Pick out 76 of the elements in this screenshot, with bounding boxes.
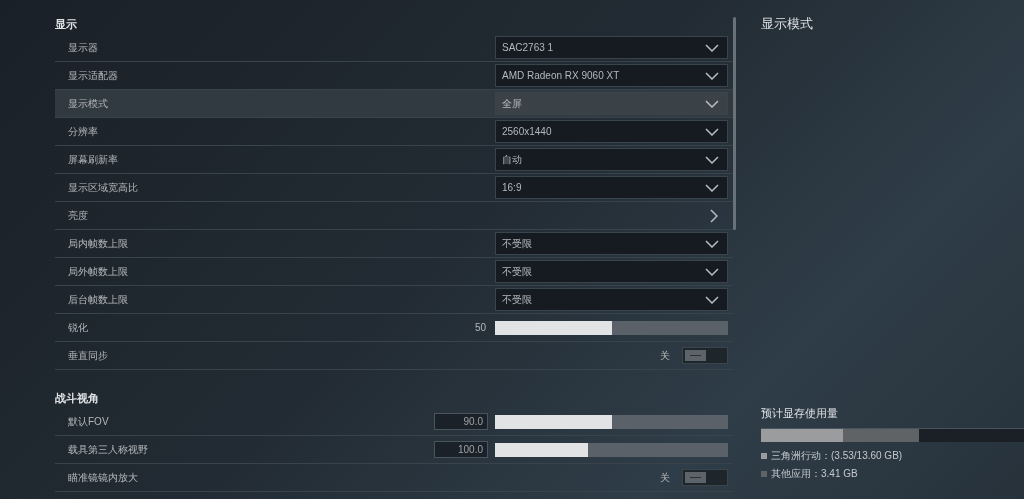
memory-title: 预计显存使用量 — [761, 405, 839, 421]
dropdown-value: 不受限 — [502, 293, 532, 307]
settings-row[interactable]: 锐化 50 — [55, 314, 733, 342]
chevron-down-icon — [705, 127, 719, 136]
setting-label: 锐化 — [68, 321, 88, 335]
setting-label: 屏幕刷新率 — [68, 153, 118, 167]
toggle-state: 关 — [660, 349, 670, 363]
setting-label: 局外帧数上限 — [68, 265, 128, 279]
dropdown[interactable]: 全屏 — [495, 92, 728, 115]
slider-value: 50 — [473, 321, 487, 335]
settings-row[interactable]: 分辨率 2560x1440 — [55, 118, 733, 146]
slider-track[interactable] — [495, 320, 728, 335]
value-input[interactable]: 100.0 — [434, 441, 488, 458]
setting-label: 显示模式 — [68, 97, 108, 111]
chevron-down-icon — [705, 295, 719, 304]
value-input[interactable]: 90.0 — [434, 413, 488, 430]
chevron-down-icon — [705, 183, 719, 192]
settings-row[interactable]: 载具第三人称视野 100.0 — [55, 436, 733, 464]
dropdown[interactable]: SAC2763 1 — [495, 36, 728, 59]
toggle-switch[interactable] — [682, 469, 728, 486]
slider-track[interactable] — [495, 414, 728, 429]
settings-row[interactable]: 局内帧数上限 不受限 — [55, 230, 733, 258]
legend-label: 其他应用：3.41 GB — [771, 467, 858, 481]
chevron-right-icon[interactable] — [710, 208, 718, 223]
dropdown[interactable]: 自动 — [495, 148, 728, 171]
setting-label: 载具第三人称视野 — [68, 443, 148, 457]
dropdown-value: 不受限 — [502, 265, 532, 279]
setting-label: 局内帧数上限 — [68, 237, 128, 251]
chevron-down-icon — [705, 155, 719, 164]
dropdown-value: 全屏 — [502, 97, 522, 111]
chevron-down-icon — [705, 99, 719, 108]
toggle-state: 关 — [660, 471, 670, 485]
dropdown-value: 自动 — [502, 153, 522, 167]
dropdown-value: 2560x1440 — [502, 125, 552, 139]
settings-row[interactable]: 显示器 SAC2763 1 — [55, 34, 733, 62]
setting-label: 瞄准镜镜内放大 — [68, 471, 138, 485]
chevron-down-icon — [705, 267, 719, 276]
setting-label: 显示区域宽高比 — [68, 181, 138, 195]
setting-label: 垂直同步 — [68, 349, 108, 363]
section-title: 战斗视角 — [55, 390, 100, 406]
chevron-down-icon — [705, 43, 719, 52]
settings-row[interactable]: 屏幕刷新率 自动 — [55, 146, 733, 174]
dropdown-value: AMD Radeon RX 9060 XT — [502, 69, 620, 83]
setting-label: 显示器 — [68, 41, 98, 55]
settings-row[interactable]: 显示区域宽高比 16:9 — [55, 174, 733, 202]
settings-row[interactable]: 瞄准镜镜内放大 关 — [55, 464, 733, 492]
legend-label: 三角洲行动：(3.53/13.60 GB) — [771, 449, 903, 463]
dropdown-value: 不受限 — [502, 237, 532, 251]
setting-label: 亮度 — [68, 209, 88, 223]
dropdown[interactable]: 不受限 — [495, 260, 728, 283]
dropdown[interactable]: 不受限 — [495, 288, 728, 311]
settings-row[interactable]: 后台帧数上限 不受限 — [55, 286, 733, 314]
toggle-knob — [685, 350, 706, 361]
detail-title: 显示模式 — [761, 15, 814, 33]
section-title: 显示 — [55, 16, 78, 32]
chevron-down-icon — [705, 71, 719, 80]
dropdown[interactable]: AMD Radeon RX 9060 XT — [495, 64, 728, 87]
settings-row[interactable]: 显示模式 全屏 — [55, 90, 733, 118]
settings-row[interactable]: 亮度 — [55, 202, 733, 230]
dropdown[interactable]: 不受限 — [495, 232, 728, 255]
setting-label: 默认FOV — [68, 415, 109, 429]
setting-label: 分辨率 — [68, 125, 98, 139]
scrollbar[interactable] — [733, 17, 736, 230]
dropdown-value: SAC2763 1 — [502, 41, 554, 55]
chevron-down-icon — [705, 239, 719, 248]
dropdown-value: 16:9 — [502, 181, 522, 195]
dropdown[interactable]: 16:9 — [495, 176, 728, 199]
toggle-knob — [685, 472, 706, 483]
setting-label: 后台帧数上限 — [68, 293, 128, 307]
settings-row[interactable]: 默认FOV 90.0 — [55, 408, 733, 436]
dropdown[interactable]: 2560x1440 — [495, 120, 728, 143]
slider-track[interactable] — [495, 442, 728, 457]
setting-label: 显示适配器 — [68, 69, 118, 83]
settings-row[interactable]: 局外帧数上限 不受限 — [55, 258, 733, 286]
toggle-switch[interactable] — [682, 347, 728, 364]
settings-row[interactable]: 垂直同步 关 — [55, 342, 733, 370]
